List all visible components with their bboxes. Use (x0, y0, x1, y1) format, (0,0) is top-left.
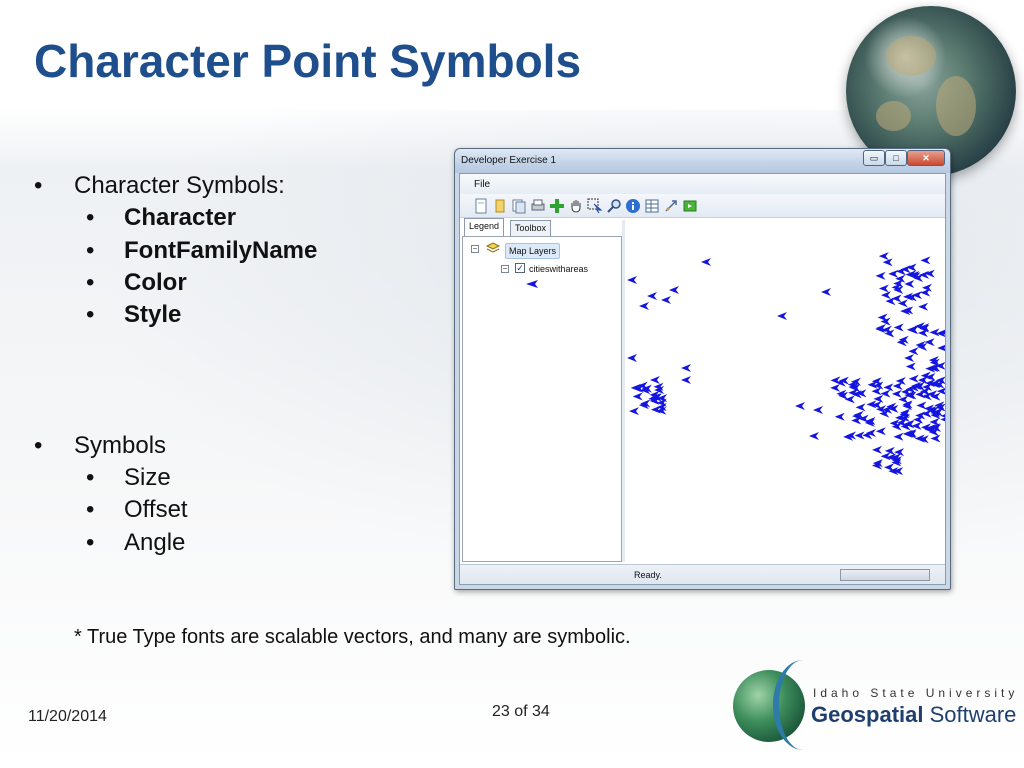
map-point-symbol (875, 271, 886, 280)
status-progress-bar (840, 569, 930, 581)
map-symbols (627, 252, 951, 476)
map-point-symbol (647, 292, 657, 300)
map-point-symbol (830, 383, 841, 392)
minimize-button[interactable]: ▭ (863, 150, 885, 166)
measure-icon[interactable] (663, 198, 679, 214)
menu-bar: File (460, 174, 945, 194)
slide-title: Character Point Symbols (34, 35, 582, 87)
legend-panel: − Map Layers − ✓ citieswithareas (462, 236, 622, 562)
map-point-symbol (855, 403, 866, 412)
info-icon[interactable] (625, 198, 641, 214)
map-point-symbol (871, 387, 882, 396)
tab-toolbox[interactable]: Toolbox (510, 220, 552, 236)
app-window: Developer Exercise 1 ▭ □ ✕ File Legend T… (454, 148, 951, 590)
select-icon[interactable] (587, 198, 603, 214)
map-point-symbol (844, 395, 855, 404)
map-point-symbol (911, 421, 922, 430)
map-point-symbol (893, 323, 904, 332)
add-layer-icon[interactable] (549, 198, 565, 214)
extent-icon[interactable] (682, 198, 698, 214)
map-point-symbol (908, 347, 919, 356)
table-icon[interactable] (644, 198, 660, 214)
map-point-symbol (627, 354, 637, 362)
map-point-symbol (878, 252, 889, 261)
maximize-button[interactable]: □ (885, 150, 907, 166)
map-point-symbol (937, 343, 948, 352)
map-point-symbol (795, 402, 805, 410)
layers-icon (485, 242, 501, 253)
isu-logo: Idaho State University Geospatial Softwa… (733, 660, 1024, 750)
map-point-symbol (834, 412, 845, 421)
map-point-symbol (924, 338, 935, 347)
map-point-symbol (917, 328, 928, 337)
map-point-symbol (904, 280, 915, 289)
map-point-symbol (878, 284, 889, 293)
map-point-symbol (627, 276, 637, 284)
map-point-symbol (649, 375, 660, 384)
map-point-symbol (880, 291, 891, 300)
map-point-symbol (681, 376, 691, 384)
map-point-symbol (919, 270, 930, 279)
map-point-symbol (809, 432, 819, 440)
collapse-map-layers-toggle[interactable]: − (471, 245, 479, 253)
slide-date: 11/20/2014 (28, 708, 107, 725)
map-point-symbol (908, 374, 919, 383)
layer-name[interactable]: citieswithareas (529, 264, 588, 274)
status-text: Ready. (634, 570, 662, 580)
map-point-symbol (875, 427, 886, 436)
print-icon[interactable] (530, 198, 546, 214)
map-point-symbol (888, 269, 899, 278)
map-point-symbol (893, 432, 904, 441)
layer-symbol-preview-icon (526, 280, 538, 288)
zoom-icon[interactable] (606, 198, 622, 214)
map-point-symbol (920, 256, 931, 265)
map-point-symbol (885, 297, 896, 306)
map-point-symbol (892, 382, 903, 391)
map-point-symbol (877, 313, 888, 322)
map-point-symbol (821, 288, 831, 296)
open-folder-icon[interactable] (492, 198, 508, 214)
logo-university: Idaho State University (813, 686, 1019, 700)
map-layers-node[interactable]: Map Layers (505, 243, 561, 259)
map-point-symbol (904, 354, 915, 363)
map-point-symbol (905, 362, 916, 371)
collapse-layer-toggle[interactable]: − (501, 265, 509, 273)
pan-hand-icon[interactable] (568, 198, 584, 214)
tab-legend[interactable]: Legend (464, 218, 505, 236)
save-icon[interactable] (511, 198, 527, 214)
window-titlebar[interactable]: Developer Exercise 1 ▭ □ ✕ (455, 149, 950, 173)
map-point-symbol (918, 302, 929, 311)
map-point-symbol (913, 415, 924, 424)
map-point-symbol (929, 328, 940, 337)
window-title: Developer Exercise 1 (461, 155, 557, 166)
map-point-symbol (883, 383, 894, 392)
close-button[interactable]: ✕ (907, 150, 945, 166)
map-point-symbol (777, 312, 787, 320)
toolbar (460, 194, 945, 218)
map-point-symbol (916, 401, 927, 410)
map-point-symbol (639, 302, 649, 310)
map-point-symbol (681, 364, 691, 372)
map-point-symbol (813, 406, 823, 414)
map-point-symbol (871, 445, 882, 454)
status-bar: Ready. (460, 564, 945, 584)
footnote: * True Type fonts are scalable vectors, … (74, 626, 631, 648)
layer-visibility-checkbox[interactable]: ✓ (515, 263, 525, 273)
map-point-symbol (893, 467, 904, 476)
window-client: File Legend Toolbox − Map Layers − ✓ cit… (459, 173, 951, 585)
map-point-symbol (629, 407, 640, 416)
map-point-symbol (701, 258, 711, 266)
map-point-symbol (661, 296, 671, 304)
map-point-symbol (884, 446, 895, 455)
map-canvas[interactable] (625, 220, 951, 562)
menu-file[interactable]: File (474, 179, 490, 190)
map-point-symbol (632, 392, 643, 401)
new-document-icon[interactable] (473, 198, 489, 214)
logo-lab-name: Geospatial Software Lab (811, 702, 1024, 727)
map-point-symbol (891, 389, 902, 398)
map-point-symbol (930, 434, 941, 443)
page-number: 23 of 34 (492, 703, 550, 720)
map-point-symbol (669, 286, 679, 294)
